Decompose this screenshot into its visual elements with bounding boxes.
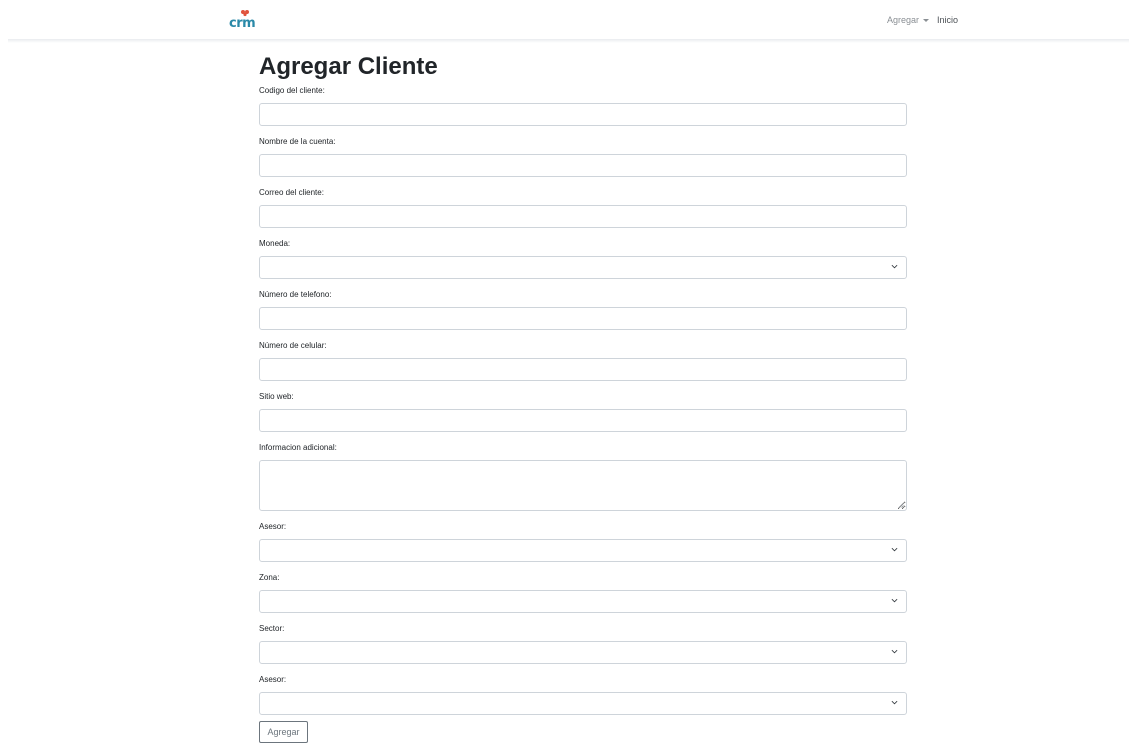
field-telefono: Número de telefono: (259, 290, 907, 330)
sector-label: Sector: (259, 624, 285, 633)
correo-input[interactable] (259, 205, 907, 228)
nav-dropdown-agregar[interactable]: Agregar (887, 15, 929, 25)
page-title: Agregar Cliente (259, 53, 438, 80)
brand-logo[interactable]: crm (229, 9, 261, 33)
zona-label: Zona: (259, 573, 280, 582)
chevron-down-icon (891, 649, 898, 654)
chevron-down-icon (891, 264, 898, 269)
field-codigo: Codigo del cliente: (259, 86, 907, 126)
correo-label: Correo del cliente: (259, 188, 324, 197)
celular-input[interactable] (259, 358, 907, 381)
sitio-web-input[interactable] (259, 409, 907, 432)
telefono-input[interactable] (259, 307, 907, 330)
field-asesor-2: Asesor: (259, 675, 907, 715)
asesor-2-label: Asesor: (259, 675, 287, 684)
moneda-label: Moneda: (259, 239, 291, 248)
codigo-label: Codigo del cliente: (259, 86, 325, 95)
asesor-2-select[interactable] (259, 692, 907, 715)
caret-down-icon (922, 18, 929, 22)
sector-select[interactable] (259, 641, 907, 664)
navbar: crm Agregar Inicio (0, 0, 1129, 40)
field-correo: Correo del cliente: (259, 188, 907, 228)
moneda-select[interactable] (259, 256, 907, 279)
info-adicional-textarea[interactable] (259, 460, 907, 511)
main-container: Agregar Cliente Codigo del cliente: Nomb… (259, 52, 907, 715)
asesor-select[interactable] (259, 539, 907, 562)
field-nombre: Nombre de la cuenta: (259, 137, 907, 177)
telefono-label: Número de telefono: (259, 290, 332, 299)
asesor-label: Asesor: (259, 522, 287, 531)
info-adicional-label: Informacion adicional: (259, 443, 337, 452)
sitio-web-label: Sitio web: (259, 392, 294, 401)
codigo-input[interactable] (259, 103, 907, 126)
nav-link-inicio[interactable]: Inicio (937, 15, 958, 25)
asesor-select-box[interactable] (259, 539, 907, 562)
field-zona: Zona: (259, 573, 907, 613)
field-info-adicional: Informacion adicional: (259, 443, 907, 511)
celular-label: Número de celular: (259, 341, 327, 350)
nombre-label: Nombre de la cuenta: (259, 137, 336, 146)
chevron-down-icon (891, 598, 898, 603)
nav-menu: Agregar Inicio (887, 15, 958, 25)
field-sector: Sector: (259, 624, 907, 664)
zona-select-box[interactable] (259, 590, 907, 613)
zona-select[interactable] (259, 590, 907, 613)
brand-text: crm (229, 16, 256, 31)
field-asesor: Asesor: (259, 522, 907, 562)
resize-grip-icon[interactable] (898, 502, 904, 508)
info-adicional-wrap (259, 460, 907, 511)
asesor-2-select-box[interactable] (259, 692, 907, 715)
field-moneda: Moneda: (259, 239, 907, 279)
chevron-down-icon (891, 700, 898, 705)
moneda-select-box[interactable] (259, 256, 907, 279)
field-sitio-web: Sitio web: (259, 392, 907, 432)
nombre-input[interactable] (259, 154, 907, 177)
sector-select-box[interactable] (259, 641, 907, 664)
field-celular: Número de celular: (259, 341, 907, 381)
agregar-button[interactable]: Agregar (259, 721, 308, 743)
navbar-shadow (8, 39, 1129, 43)
nav-dropdown-label: Agregar (886, 15, 919, 25)
chevron-down-icon (891, 547, 898, 552)
